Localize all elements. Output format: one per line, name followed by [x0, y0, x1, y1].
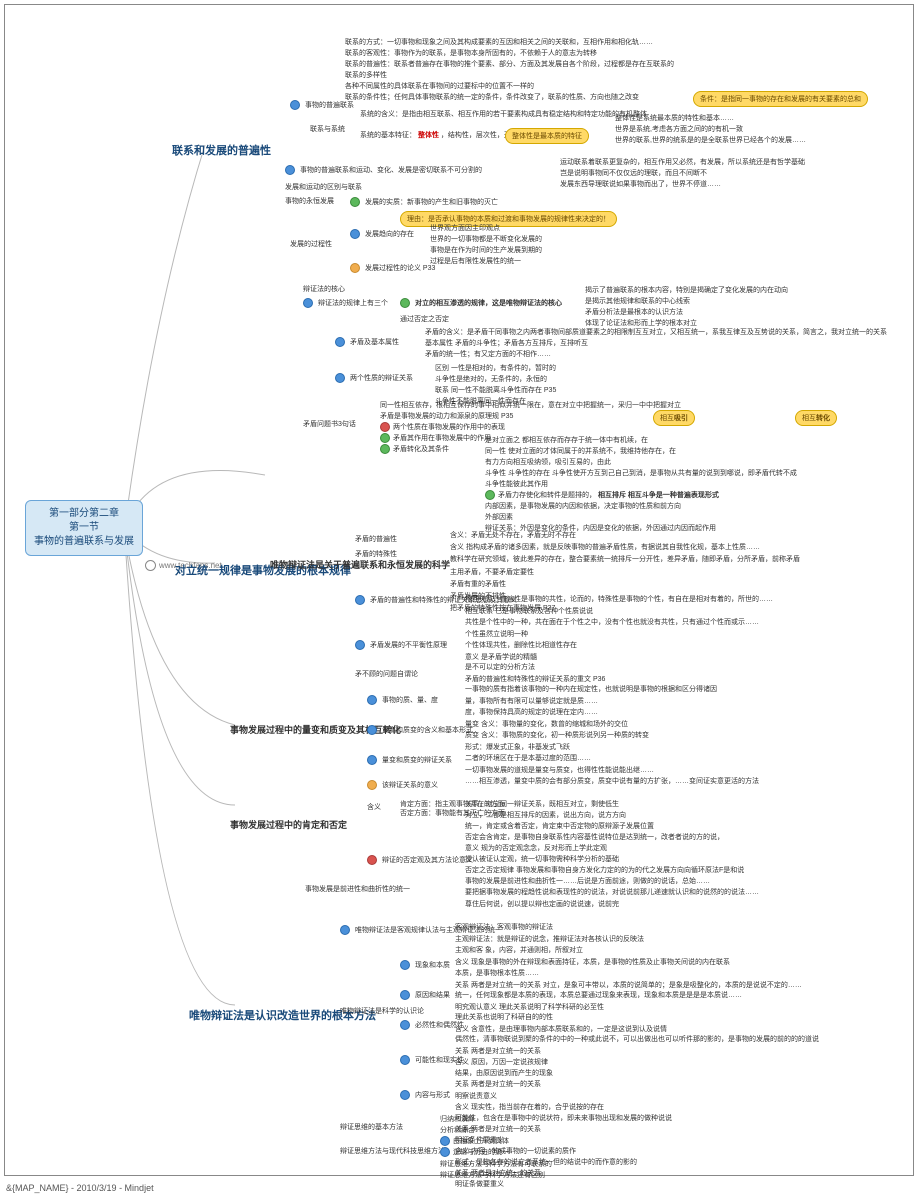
callout-zhengti[interactable]: 整体性是最本质的特征 — [505, 128, 589, 144]
node-neirong[interactable]: 内容与形式 — [400, 1090, 450, 1100]
marker-icon — [380, 444, 390, 454]
node-wwbzf-renshi[interactable]: 唯物辩证法是科学的认识论 — [340, 1007, 424, 1016]
node-liangbian-hanyi[interactable]: 量变和质变的含义和基本形式 — [367, 725, 473, 735]
marker-icon — [290, 100, 300, 110]
marker-icon — [400, 960, 410, 970]
node-bzf-xiandai[interactable]: 辩证思维方法与现代科技思维方法 — [340, 1147, 445, 1156]
node-liangbian[interactable]: 事物的质、量、度 — [367, 695, 438, 705]
marker-icon — [400, 298, 410, 308]
footer-text: &{MAP_NAME} - 2010/3/19 - Mindjet — [6, 1183, 154, 1193]
marker-icon — [350, 197, 360, 207]
node-fz-lunyi[interactable]: 发展过程性的论义 P33 — [350, 263, 435, 273]
root-topic[interactable]: 第一部分第二章第一节事物的普遍联系与发展 — [25, 500, 143, 556]
node-bzf-tedian[interactable]: 辩证法的规律上有三个 — [303, 298, 388, 308]
callout-huzuoyong-1[interactable]: 相互吸引 — [653, 410, 695, 426]
yundong-details: 运动联系着联系更复杂的，相互作用又必然，有发展，所以系统还是有哲学基础 岂是说明… — [560, 157, 805, 190]
marker-icon — [350, 229, 360, 239]
node-fz-yundong[interactable]: 发展和运动的区别与联系 — [285, 183, 362, 192]
branch-1-title[interactable]: 联系和发展的普遍性 — [168, 140, 275, 160]
node-bzf-dldy[interactable]: 对立的相互渗透的规律，这是唯物辩证法的核心 — [400, 298, 562, 308]
node-fz-shizhi[interactable]: 发展的实质：新事物的产生和旧事物的灭亡 — [350, 197, 498, 207]
node-lianxi-yundong[interactable]: 事物的普遍联系和运动、变化、发展是密切联系不可分割的 — [285, 165, 545, 175]
node-bzf-jiben[interactable]: 辩证思维的基本方法 — [340, 1123, 403, 1132]
marker-icon — [303, 298, 313, 308]
node-fz-guocheng-lun[interactable]: 事物发展是前进性和曲折性的统一 — [305, 885, 410, 894]
node-fz-yonghen[interactable]: 事物的永恒发展 — [285, 197, 334, 206]
xitong-details: 整体性是系统最本质的特性和基本…… 世界是系统,考虑各方面之间的的有机一致 世界… — [615, 113, 806, 146]
marker-icon — [335, 337, 345, 347]
right-detail-block-4: 关系，对立同一辩证关系，既相互对立，剩使低生 对立，二都是相互排斥的因素，说出方… — [465, 800, 895, 911]
node-liangbian-renshi[interactable]: 该辩证关系的意义 — [367, 780, 438, 790]
marker-icon — [440, 1147, 450, 1157]
marker-icon — [367, 695, 377, 705]
maodun-jiben-details: 矛盾的含义：是矛盾干同事物之内两者事物间部质道要素之的相限制互互对立，又相互统一… — [425, 327, 895, 360]
fz-guocheng-details: 世界观方面因主印观点 世界的一切事物都是不断变化发展的 事物是在作为时间的生产发… — [430, 223, 542, 267]
node-maodun-tebie[interactable]: 矛盾的特殊性 — [355, 550, 397, 559]
marker-icon — [367, 855, 377, 865]
node-maodun-3juhua[interactable]: 矛盾问题书3句话 — [303, 420, 356, 429]
marker-icon — [350, 263, 360, 273]
mindmap-canvas: 第一部分第二章第一节事物的普遍联系与发展 www.techfans.net 联系… — [4, 4, 914, 1176]
right-detail-block-3: 一事物的质有指着该事物的一种内在规定性，也就说明是事物的根据和区分得诸因 量，事… — [465, 685, 895, 789]
right-detail-block-6: 归纳和演绎分析和综合由抽象上升到具体逻辑与历史的统一 辩证思维方法与科学方法有可… — [440, 1115, 760, 1183]
marker-icon — [440, 1136, 450, 1146]
node-lianxi-xitong[interactable]: 联系与系统 — [310, 125, 345, 134]
node-liangbian-guanxi[interactable]: 量变和质变的辩证关系 — [367, 755, 452, 765]
marker-icon — [380, 422, 390, 432]
root-label: 第一部分第二章第一节事物的普遍联系与发展 — [34, 508, 134, 547]
node-xitong-texian: 系统的基本特征： 整体性 ，结构性，层次性，开放性 — [360, 131, 525, 140]
node-maodun-tongyi[interactable]: 两个性质的辩证关系 — [335, 373, 413, 383]
node-maodun-pubian[interactable]: 矛盾的普遍性 — [355, 535, 397, 544]
branch-2-subtitle[interactable]: 唯物辩证法是关于普遍联系和永恒发展的科学 — [270, 560, 450, 572]
node-xianxiang[interactable]: 现象和本质 — [400, 960, 450, 970]
node-kending[interactable]: 含义 — [367, 803, 381, 812]
marker-icon — [400, 1055, 410, 1065]
tongyi-details: 是对立面之 都相互依存而存存于统一体中有机续，在 同一性 使对立面的才体同属于的… — [485, 435, 905, 534]
marker-icon — [367, 780, 377, 790]
branch-3b-title[interactable]: 事物发展过程中的肯定和否定 — [230, 820, 347, 832]
marker-icon — [485, 490, 495, 500]
right-detail-block-2: 相互关系；普遍性是事物的共性，论而的，特殊性是事物的个性，有自在是相对有着的，所… — [465, 595, 895, 686]
globe-icon — [145, 560, 156, 571]
node-fz-quxiang[interactable]: 发展趋向的存在 — [350, 229, 414, 239]
node-fz-guocheng[interactable]: 发展的过程性 — [290, 240, 332, 249]
marker-icon — [367, 725, 377, 735]
marker-icon — [335, 373, 345, 383]
marker-icon — [380, 433, 390, 443]
bzf-core-details: 揭示了普遍联系的根本内容，特别是揭确定了变化发展的内在动向 是揭示其他规律和联系… — [585, 285, 788, 329]
marker-icon — [400, 1090, 410, 1100]
marker-icon — [367, 755, 377, 765]
node-pubian-lianxi[interactable]: 事物的普遍联系 — [290, 100, 354, 110]
node-bzf-foufou[interactable]: 通过否定之否定 — [400, 315, 449, 324]
callout-conditions[interactable]: 条件：是指同一事物的存在和发展的有关要素的总和 — [693, 91, 868, 107]
marker-icon — [355, 640, 365, 650]
node-yuanyin[interactable]: 原因和结果 — [400, 990, 450, 1000]
node-foufou-guilv[interactable]: 辩证的否定观及其方法论意义 — [367, 855, 473, 865]
node-maodun-jiben[interactable]: 矛盾及基本属性 — [335, 337, 399, 347]
marker-icon — [400, 990, 410, 1000]
marker-icon — [285, 165, 295, 175]
marker-icon — [340, 925, 350, 935]
marker-icon — [400, 1020, 410, 1030]
marker-icon — [355, 595, 365, 605]
node-maodun-fazhan[interactable]: 矛盾发展的不平衡性原理 — [355, 640, 447, 650]
callout-huzuoyong-2[interactable]: 相互转化 — [795, 410, 837, 426]
node-bzf-core[interactable]: 辩证法的核心 — [303, 285, 345, 294]
node-maodun-liangdian[interactable]: 矛不顾的问题自谓论 — [355, 670, 418, 679]
